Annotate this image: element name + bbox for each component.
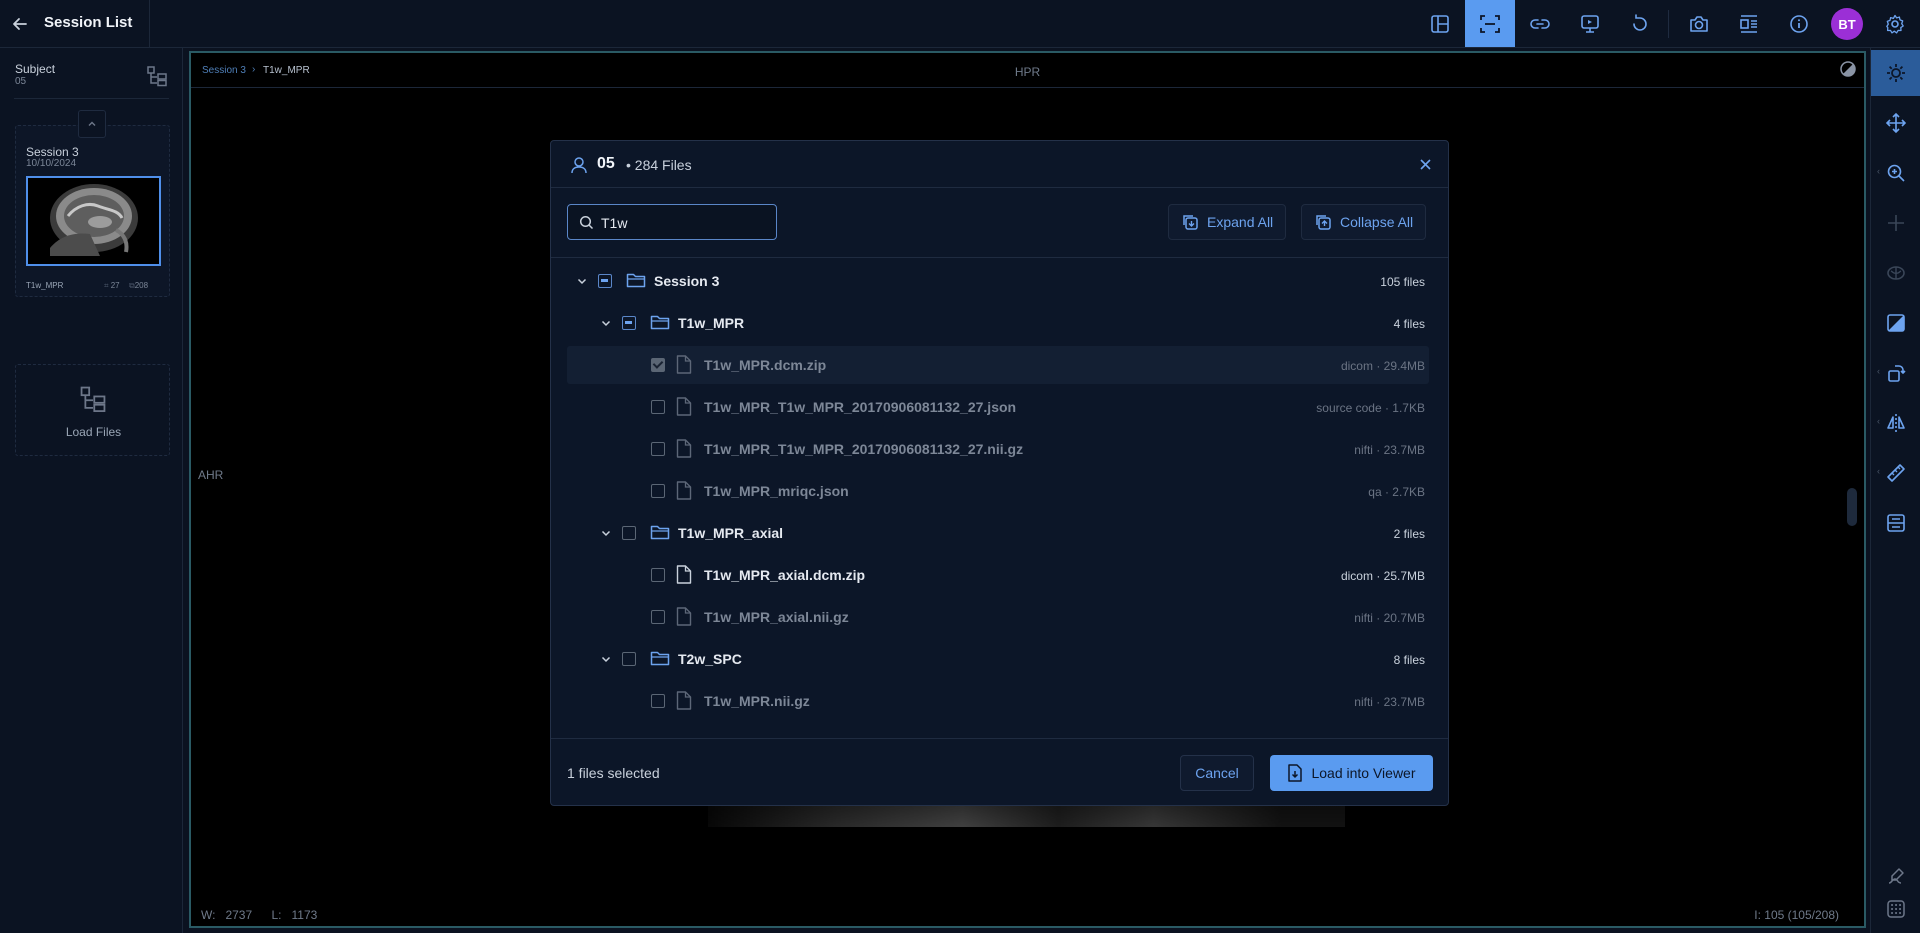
- file-checkbox[interactable]: [651, 568, 665, 582]
- chevron-down-icon[interactable]: [576, 275, 588, 287]
- file-icon: [676, 565, 692, 584]
- close-icon: [1419, 158, 1431, 170]
- file-name: T1w_MPR_axial.dcm.zip: [704, 567, 866, 583]
- file-name: T1w_MPR_T1w_MPR_20170906081132_27.nii.gz: [704, 441, 1024, 457]
- file-icon: [676, 607, 692, 626]
- tree-file-row[interactable]: T1w_MPR_mriqc.json qa · 2.7KB: [567, 472, 1429, 510]
- selection-count: 1 files selected: [567, 765, 660, 781]
- tree-file-row[interactable]: T1w_MPR.nii.gz nifti · 23.7MB: [567, 682, 1429, 720]
- folder-checkbox[interactable]: [622, 526, 636, 540]
- file-checkbox[interactable]: [651, 694, 665, 708]
- expand-all-button[interactable]: Expand All: [1168, 204, 1287, 240]
- folder-open-icon: [650, 525, 670, 540]
- collapse-all-button[interactable]: Collapse All: [1301, 204, 1427, 240]
- folder-checkbox[interactable]: [598, 274, 612, 288]
- file-checkbox[interactable]: [651, 484, 665, 498]
- file-icon: [676, 691, 692, 710]
- folder-open-icon: [650, 651, 670, 666]
- load-into-viewer-label: Load into Viewer: [1311, 765, 1416, 781]
- close-button[interactable]: [1417, 156, 1433, 172]
- collapse-all-label: Collapse All: [1340, 214, 1414, 230]
- tree-file-row[interactable]: T1w_MPR.dcm.zip dicom · 29.4MB: [567, 346, 1429, 384]
- file-meta: dicom · 25.7MB: [1340, 569, 1425, 583]
- user-icon: [569, 155, 589, 180]
- folder-file-count: 2 files: [1393, 527, 1425, 541]
- file-meta: nifti · 20.7MB: [1354, 611, 1425, 625]
- file-browser-dialog: 05 • 284 Files Expand All Collapse All S…: [550, 140, 1449, 806]
- tree-file-row[interactable]: T1w_MPR_axial.nii.gz nifti · 20.7MB: [567, 598, 1429, 636]
- file-checkbox[interactable]: [651, 400, 665, 414]
- load-file-icon: [1288, 764, 1303, 782]
- search-input[interactable]: [601, 213, 771, 233]
- tree-file-row[interactable]: T1w_MPR_T1w_MPR_20170906081132_27.nii.gz…: [567, 430, 1429, 468]
- file-name: T1w_MPR_mriqc.json: [704, 483, 849, 499]
- file-tree: Session 3 105 files T1w_MPR 4 files T1w_MPR.…: [551, 259, 1448, 738]
- folder-checkbox[interactable]: [622, 652, 636, 666]
- folder-file-count: 4 files: [1393, 317, 1425, 331]
- file-meta: nifti · 23.7MB: [1354, 443, 1425, 457]
- folder-file-count: 8 files: [1393, 653, 1425, 667]
- file-icon: [676, 397, 692, 416]
- file-name: T1w_MPR.nii.gz: [704, 693, 810, 709]
- file-icon: [676, 355, 692, 374]
- file-meta: nifti · 23.7MB: [1354, 695, 1425, 709]
- chevron-down-icon[interactable]: [600, 317, 612, 329]
- dialog-toolbar: Expand All Collapse All: [551, 188, 1448, 258]
- folder-name: Session 3: [654, 273, 720, 289]
- file-meta: dicom · 29.4MB: [1340, 359, 1425, 373]
- chevron-down-icon[interactable]: [600, 527, 612, 539]
- dialog-footer: 1 files selected Cancel Load into Viewer: [551, 738, 1448, 805]
- modal-overlay: 05 • 284 Files Expand All Collapse All S…: [0, 0, 1920, 933]
- chevron-down-icon[interactable]: [600, 653, 612, 665]
- folder-open-icon: [626, 273, 646, 288]
- folder-name: T1w_MPR: [678, 315, 745, 331]
- load-into-viewer-button[interactable]: Load into Viewer: [1270, 755, 1433, 791]
- file-name: T1w_MPR_T1w_MPR_20170906081132_27.json: [704, 399, 1017, 415]
- file-icon: [676, 439, 692, 458]
- tree-file-row[interactable]: T1w_MPR_T1w_MPR_20170906081132_27.json so…: [567, 388, 1429, 426]
- tree-file-row[interactable]: T1w_MPR_axial.dcm.zip dicom · 25.7MB: [567, 556, 1429, 594]
- file-icon: [676, 481, 692, 500]
- file-name: T1w_MPR.dcm.zip: [704, 357, 827, 373]
- cancel-button[interactable]: Cancel: [1180, 755, 1254, 791]
- folder-open-icon: [650, 315, 670, 330]
- chevron-up-icon: [88, 121, 96, 126]
- file-checkbox[interactable]: [651, 610, 665, 624]
- file-meta: qa · 2.7KB: [1368, 485, 1425, 499]
- folder-name: T2w_SPC: [678, 651, 742, 667]
- search-icon: [579, 215, 594, 230]
- expand-icon: [1183, 215, 1198, 230]
- tree-folder-row[interactable]: Session 3 105 files: [567, 262, 1429, 300]
- tree-folder-row[interactable]: T2w_SPC 8 files: [567, 640, 1429, 678]
- folder-checkbox[interactable]: [622, 316, 636, 330]
- tree-folder-row[interactable]: T1w_MPR 4 files: [567, 304, 1429, 342]
- dialog-subject: 05: [597, 155, 615, 172]
- search-field[interactable]: [567, 204, 777, 240]
- dialog-file-count: • 284 Files: [626, 157, 692, 173]
- file-checkbox[interactable]: [651, 442, 665, 456]
- expand-all-label: Expand All: [1207, 214, 1274, 230]
- collapse-sessions-button[interactable]: [78, 110, 106, 138]
- folder-name: T1w_MPR_axial: [678, 525, 784, 541]
- collapse-icon: [1316, 215, 1331, 230]
- file-name: T1w_MPR_axial.nii.gz: [704, 609, 849, 625]
- tree-folder-row[interactable]: T1w_MPR_axial 2 files: [567, 514, 1429, 552]
- dialog-header: 05 • 284 Files: [551, 141, 1448, 188]
- folder-file-count: 105 files: [1380, 275, 1425, 289]
- file-checkbox[interactable]: [651, 358, 665, 372]
- file-meta: source code · 1.7KB: [1316, 401, 1425, 415]
